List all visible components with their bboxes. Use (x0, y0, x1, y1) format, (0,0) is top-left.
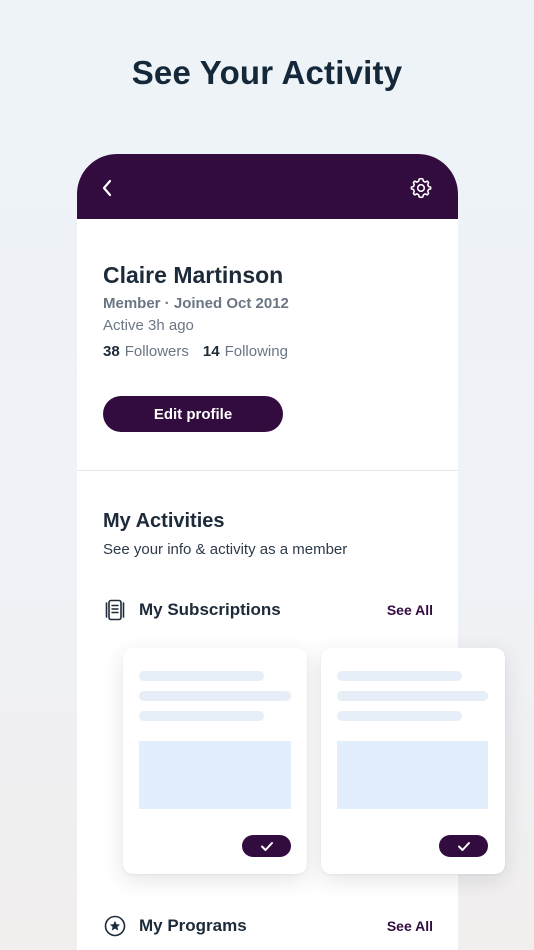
follow-stats: 38 Followers 14 Following (103, 343, 433, 360)
followers-label: Followers (124, 343, 189, 360)
activities-title: My Activities (103, 510, 225, 532)
programs-row: My Programs See All (103, 913, 433, 939)
check-button[interactable] (242, 835, 291, 857)
placeholder-image (139, 741, 291, 809)
subscriptions-row: My Subscriptions See All (103, 597, 433, 623)
followers-count: 38 (103, 343, 120, 360)
star-circle-icon (103, 914, 127, 938)
check-icon (260, 841, 273, 851)
followers-link[interactable]: 38 Followers (103, 343, 189, 360)
programs-see-all-link[interactable]: See All (387, 918, 433, 934)
activities-section: My Activities See your info & activity a… (103, 510, 433, 558)
placeholder-image (337, 741, 488, 809)
profile-name: Claire Martinson (103, 262, 284, 288)
app-header (77, 154, 458, 219)
edit-profile-button[interactable]: Edit profile (103, 396, 283, 432)
chevron-left-icon (102, 179, 112, 197)
check-button[interactable] (439, 835, 488, 857)
activities-subtitle: See your info & activity as a member (103, 541, 348, 558)
following-label: Following (224, 343, 288, 360)
subscriptions-see-all-link[interactable]: See All (387, 602, 433, 618)
placeholder-line (139, 671, 264, 681)
check-icon (457, 841, 470, 851)
last-active: Active 3h ago (103, 317, 194, 334)
subscriptions-label: My Subscriptions (139, 600, 281, 619)
placeholder-line (139, 691, 291, 701)
following-count: 14 (202, 343, 220, 360)
placeholder-line (337, 711, 462, 721)
placeholder-line (337, 691, 488, 701)
subscription-card[interactable] (123, 648, 307, 874)
placeholder-line (337, 671, 462, 681)
profile-section: Claire Martinson Member · Joined Oct 201… (103, 262, 433, 360)
programs-label: My Programs (139, 916, 247, 935)
divider (77, 470, 458, 471)
subscription-card[interactable] (321, 648, 505, 874)
member-since: Member · Joined Oct 2012 (103, 295, 289, 312)
back-button[interactable] (97, 176, 117, 200)
settings-button[interactable] (410, 177, 432, 199)
placeholder-line (139, 711, 264, 721)
subscriptions-icon (103, 598, 127, 622)
gear-icon (410, 177, 432, 199)
following-link[interactable]: 14 Following (203, 343, 288, 360)
headline: See Your Activity (131, 54, 403, 91)
